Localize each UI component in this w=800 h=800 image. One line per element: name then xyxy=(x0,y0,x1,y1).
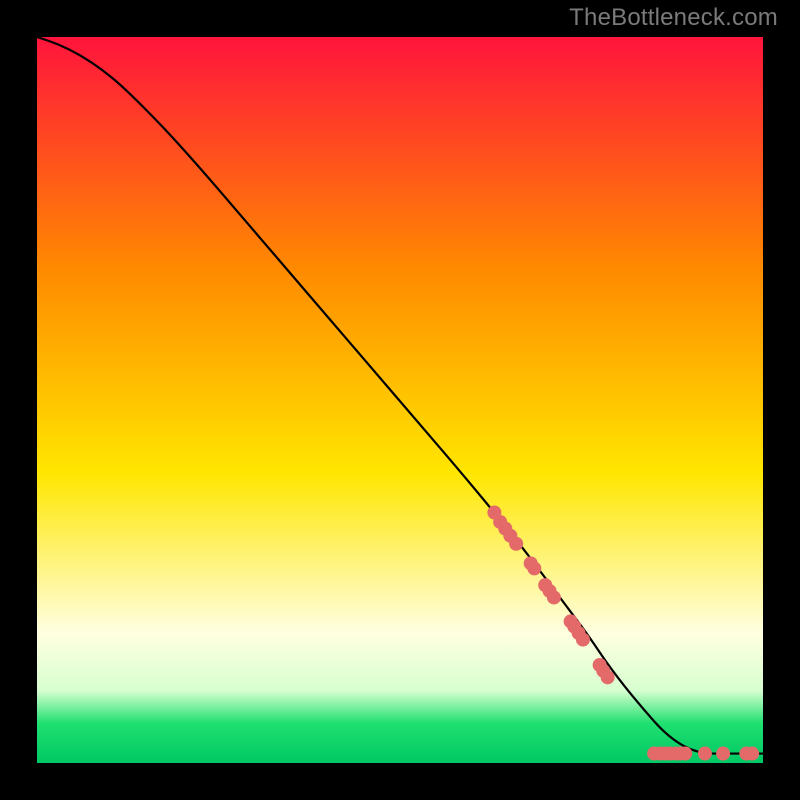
data-point xyxy=(716,747,730,761)
chart-svg xyxy=(37,37,763,763)
attribution-watermark: TheBottleneck.com xyxy=(569,4,778,32)
data-point xyxy=(745,747,759,761)
data-point xyxy=(527,561,541,575)
chart-container: TheBottleneck.com xyxy=(0,0,800,800)
data-point xyxy=(509,537,523,551)
data-point xyxy=(698,747,712,761)
data-point xyxy=(576,633,590,647)
data-point xyxy=(601,670,615,684)
data-point xyxy=(547,590,561,604)
plot-area xyxy=(37,37,763,763)
data-point xyxy=(678,747,692,761)
